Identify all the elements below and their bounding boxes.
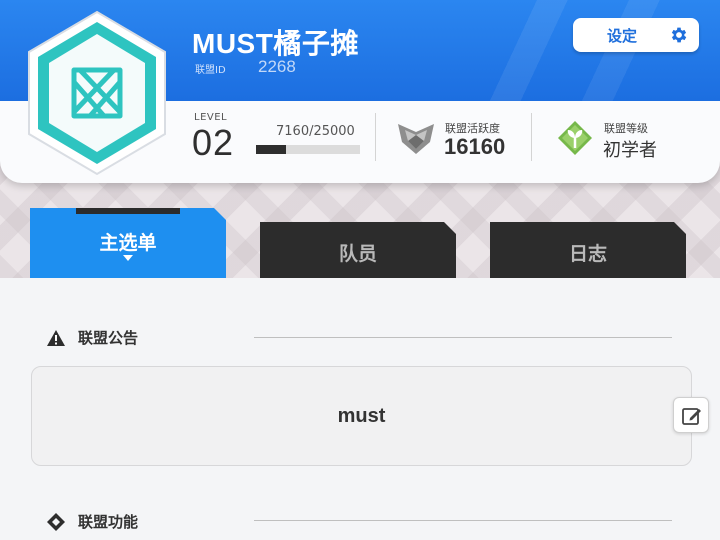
tab-members-label: 队员 — [338, 243, 377, 265]
rank-value: 初学者 — [603, 140, 657, 161]
announcement-header: 联盟公告 — [46, 327, 138, 348]
announcement-text: must — [337, 405, 386, 427]
stat-divider — [531, 113, 532, 161]
edit-icon — [682, 408, 701, 425]
stat-divider — [375, 113, 376, 161]
tab-main-menu-label: 主选单 — [99, 232, 157, 254]
level-value: 02 — [192, 122, 235, 163]
gear-icon — [671, 27, 687, 43]
caret-down-icon — [123, 255, 133, 261]
section-divider — [254, 520, 672, 521]
activity-value: 16160 — [444, 134, 506, 159]
tab-log-label: 日志 — [568, 243, 607, 265]
experience-text: 7160/25000 — [276, 124, 355, 139]
experience-bar — [256, 145, 360, 154]
features-header: 联盟功能 — [46, 511, 138, 532]
alliance-header: MUST橘子摊 联盟ID 2268 设定 LEVEL 02 7160/25000… — [0, 0, 720, 183]
settings-button[interactable]: 设定 — [573, 18, 699, 52]
experience-bar-fill — [256, 145, 286, 154]
announcement-title: 联盟公告 — [78, 329, 139, 347]
alliance-emblem-icon — [28, 10, 166, 176]
warning-icon — [47, 329, 65, 346]
tab-log[interactable]: 日志 — [490, 222, 686, 278]
tab-indicator — [76, 208, 180, 214]
features-title: 联盟功能 — [78, 513, 139, 531]
rank-label: 联盟等级 — [604, 122, 648, 135]
alliance-id-label: 联盟ID — [195, 65, 226, 76]
settings-label: 设定 — [607, 27, 638, 45]
edit-announcement-button[interactable] — [673, 397, 709, 433]
shield-badge-icon — [398, 124, 434, 154]
diamond-icon — [47, 512, 65, 531]
sprout-badge-icon — [558, 121, 592, 155]
tab-members[interactable]: 队员 — [260, 222, 456, 278]
alliance-id-value: 2268 — [258, 57, 296, 76]
section-divider — [254, 337, 672, 338]
announcement-box: must — [31, 366, 692, 466]
tab-main-menu[interactable]: 主选单 — [30, 208, 226, 278]
alliance-name: MUST橘子摊 — [192, 28, 359, 59]
